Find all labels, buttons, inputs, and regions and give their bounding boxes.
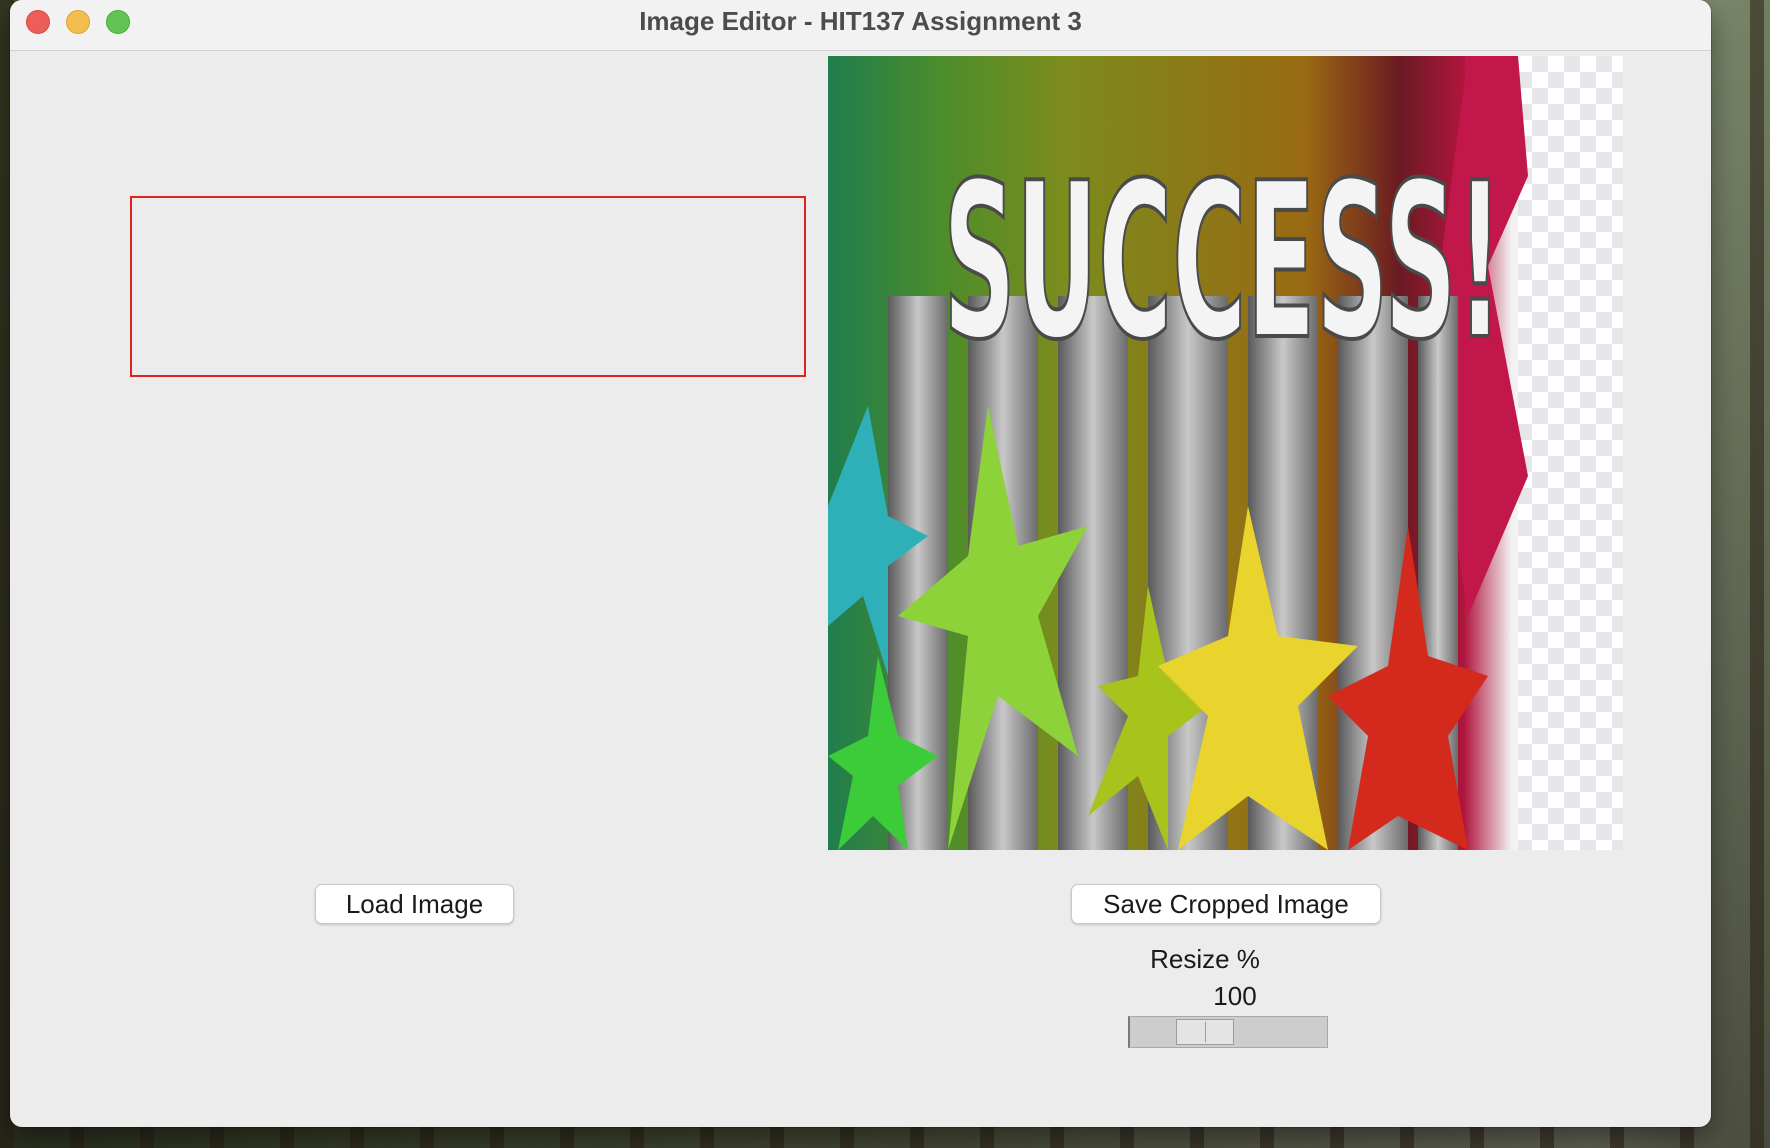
slider-grip-icon [1205,1022,1206,1042]
resize-slider[interactable] [1128,1016,1328,1048]
title-bar[interactable]: Image Editor - HIT137 Assignment 3 [10,0,1711,51]
save-cropped-image-button[interactable]: Save Cropped Image [1071,884,1381,924]
crop-selection-rectangle[interactable] [130,196,806,377]
resize-slider-thumb[interactable] [1176,1019,1234,1045]
success-stars-image: SUCCESS! [828,56,1623,850]
resize-label: Resize % [1150,944,1260,974]
window-title: Image Editor - HIT137 Assignment 3 [639,6,1082,36]
app-window: Image Editor - HIT137 Assignment 3 SUCCE… [10,0,1711,1127]
image-text: SUCCESS! [943,136,1503,387]
cropped-image-preview: SUCCESS! [828,56,1623,850]
resize-value: 100 [1213,981,1257,1011]
load-image-button[interactable]: Load Image [315,884,514,924]
